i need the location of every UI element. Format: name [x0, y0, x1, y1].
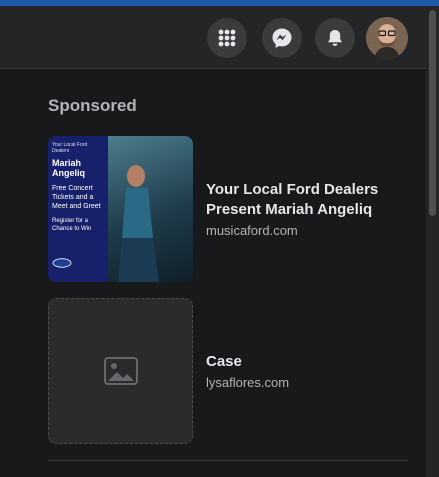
messenger-icon	[272, 28, 292, 48]
ad-image-withheld	[48, 298, 193, 444]
top-header	[0, 6, 426, 69]
sponsored-ad-case[interactable]: Case lysaflores.com	[48, 298, 408, 444]
ford-ad-photo	[108, 136, 193, 282]
ad-url[interactable]: lysaflores.com	[206, 375, 289, 390]
menu-button[interactable]	[207, 18, 247, 58]
scrollbar-thumb[interactable]	[429, 10, 436, 216]
ford-ad-cta: Register for a Chance to Win	[52, 218, 92, 232]
section-divider	[48, 460, 408, 461]
account-avatar[interactable]	[366, 17, 408, 59]
ad-title[interactable]: Your Local Ford Dealers Present Mariah A…	[206, 180, 396, 220]
scrollbar[interactable]	[426, 6, 439, 477]
grid-menu-icon	[218, 29, 236, 47]
ford-ad-body: Free Concert Tickets and a Meet and Gree…	[52, 185, 101, 210]
right-rail: Sponsored Your Local Ford Dealers Mariah…	[0, 70, 426, 477]
notifications-button[interactable]	[315, 18, 355, 58]
ad-title[interactable]: Case	[206, 352, 289, 372]
image-placeholder-icon	[103, 357, 138, 385]
ad-url[interactable]: musicaford.com	[206, 223, 396, 238]
ad-image-case[interactable]	[48, 298, 193, 444]
ad-image-ford[interactable]: Your Local Ford Dealers Mariah Angeliq F…	[48, 136, 193, 282]
messenger-button[interactable]	[262, 18, 302, 58]
ford-ad-kicker: Your Local Ford Dealers	[52, 142, 88, 154]
sponsored-heading: Sponsored	[48, 96, 137, 115]
user-avatar	[366, 17, 408, 59]
ford-ad-headline: Mariah Angeliq	[52, 158, 85, 178]
bell-icon	[328, 30, 342, 46]
ford-oval-logo	[52, 258, 72, 268]
sponsored-ad-ford[interactable]: Your Local Ford Dealers Mariah Angeliq F…	[48, 136, 408, 282]
ford-ad-panel: Your Local Ford Dealers Mariah Angeliq F…	[48, 136, 108, 282]
